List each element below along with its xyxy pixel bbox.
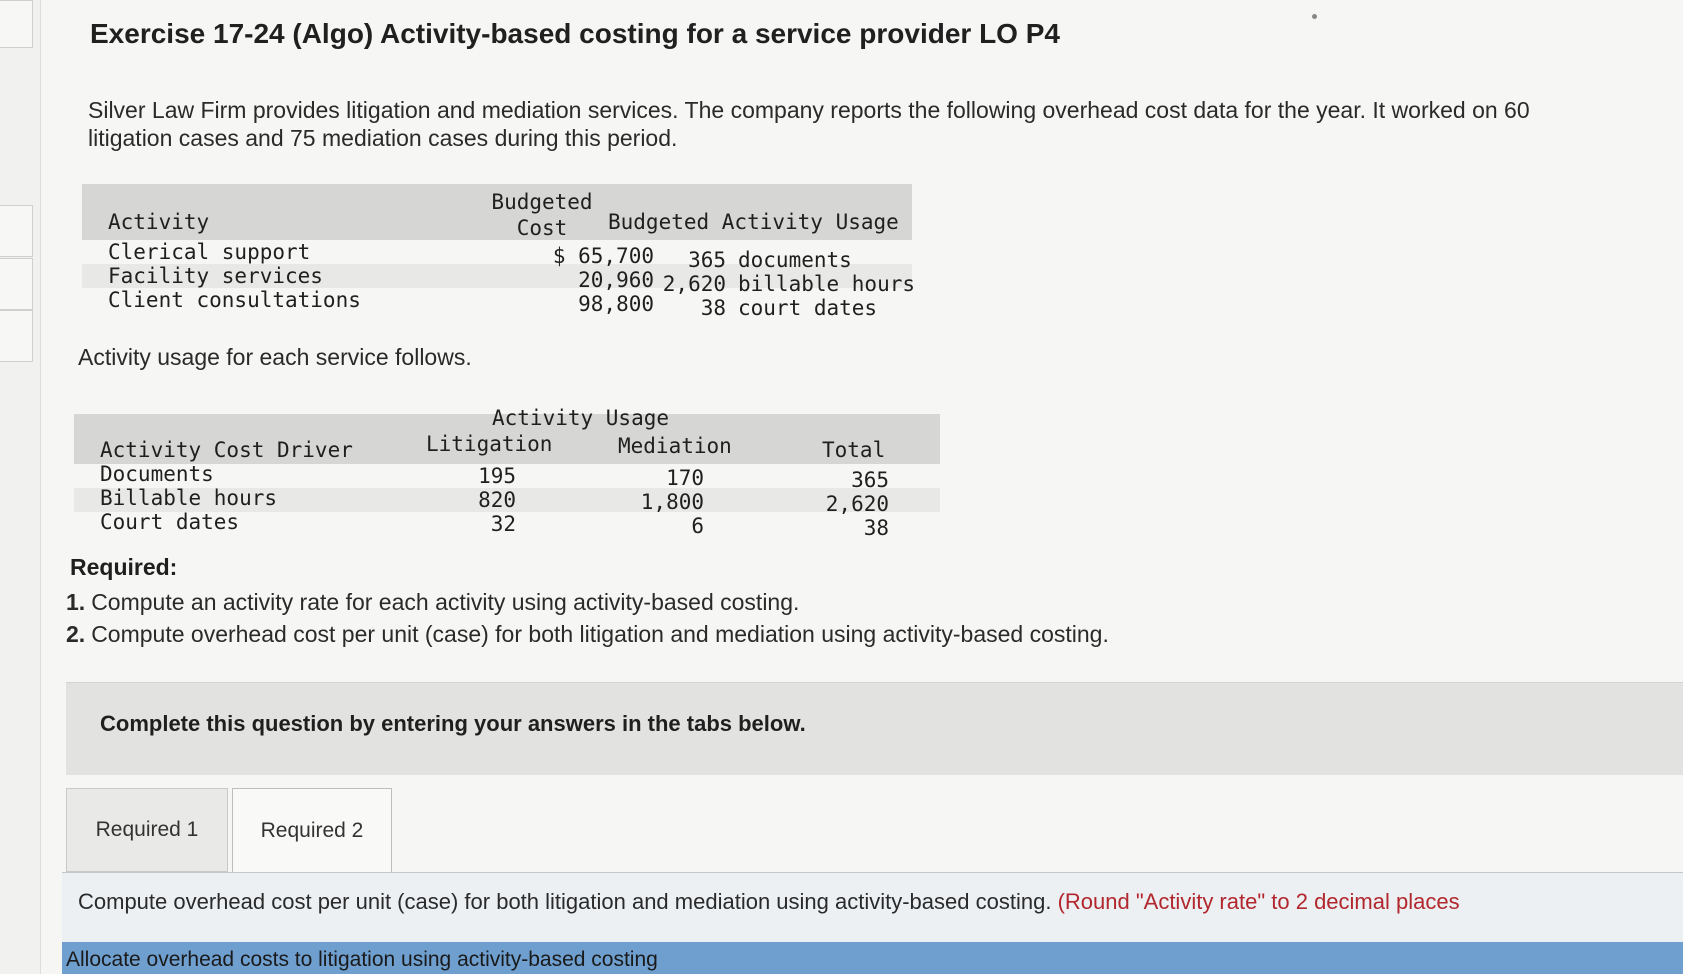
table-cell-usage-qty: 38 bbox=[700, 296, 726, 320]
table-cell-cost: 20,960 bbox=[578, 268, 654, 292]
edge-box bbox=[0, 205, 33, 257]
table-cell-litigation: 32 bbox=[490, 512, 516, 536]
required-heading: Required: bbox=[70, 554, 178, 580]
edge-box bbox=[0, 258, 33, 310]
decorative-dot bbox=[1312, 14, 1317, 19]
table-cell-usage-qty: 2,620 bbox=[662, 272, 726, 296]
tab-required-1[interactable]: Required 1 bbox=[66, 788, 228, 872]
required-item: 2. Compute overhead cost per unit (case) … bbox=[66, 618, 1109, 650]
allocation-header-bar: Allocate overhead costs to litigation us… bbox=[62, 942, 1683, 974]
edge-box bbox=[0, 310, 33, 362]
required-item: 1. Compute an activity rate for each acti… bbox=[66, 586, 1109, 618]
table-cell-driver: Documents bbox=[100, 462, 214, 486]
table-cell-litigation: 820 bbox=[478, 488, 516, 512]
table-cell-cost: $ 65,700 bbox=[552, 244, 654, 268]
table-cell-usage-unit: documents bbox=[738, 248, 852, 272]
table-cell-activity: Client consultations bbox=[108, 288, 361, 312]
col-header-mediation: Mediation bbox=[618, 434, 732, 458]
table-cell-total: 365 bbox=[851, 468, 889, 492]
budgeted-cost-table: Activity Budgeted Cost Budgeted Activity… bbox=[82, 184, 916, 324]
edge-box bbox=[0, 0, 33, 48]
col-header-driver: Activity Cost Driver bbox=[100, 438, 353, 462]
instruction-text: Complete this question by entering your … bbox=[100, 711, 806, 736]
instruction-box: Complete this question by entering your … bbox=[66, 682, 1683, 775]
tab-content-text: Compute overhead cost per unit (case) fo… bbox=[78, 889, 1460, 915]
tab-content-panel: Compute overhead cost per unit (case) fo… bbox=[62, 872, 1683, 943]
rounding-note: (Round "Activity rate" to 2 decimal plac… bbox=[1057, 889, 1460, 914]
table-cell-driver: Billable hours bbox=[100, 486, 278, 510]
table-cell-usage-qty: 365 bbox=[688, 248, 726, 272]
col-header-total: Total bbox=[822, 438, 886, 462]
required-item-text: Compute overhead cost per unit (case) fo… bbox=[91, 621, 1109, 647]
table-cell-driver: Court dates bbox=[100, 510, 240, 534]
allocation-header-text: Allocate overhead costs to litigation us… bbox=[66, 948, 658, 971]
col-header-activity: Activity bbox=[108, 210, 210, 234]
page: Exercise 17-24 (Algo) Activity-based cos… bbox=[0, 0, 1683, 974]
table-cell-total: 38 bbox=[863, 516, 889, 540]
required-item-number: 2. bbox=[66, 621, 86, 647]
table-cell-litigation: 195 bbox=[478, 464, 516, 488]
col-header-activity-usage: Activity Usage bbox=[492, 406, 670, 430]
table-cell-activity: Clerical support bbox=[108, 240, 311, 264]
required-list: 1. Compute an activity rate for each acti… bbox=[66, 586, 1109, 650]
page-title: Exercise 17-24 (Algo) Activity-based cos… bbox=[90, 18, 1060, 49]
left-panel-edge bbox=[0, 0, 41, 974]
tab-content-instruction: Compute overhead cost per unit (case) fo… bbox=[78, 889, 1052, 914]
required-item-text: Compute an activity rate for each activi… bbox=[91, 589, 800, 615]
required-item-number: 1. bbox=[66, 589, 86, 615]
problem-intro: Silver Law Firm provides litigation and … bbox=[88, 97, 1530, 151]
col-header-litigation: Litigation bbox=[426, 432, 553, 456]
col-header-usage: Budgeted Activity Usage bbox=[608, 210, 899, 234]
usage-caption: Activity usage for each service follows. bbox=[78, 344, 472, 370]
table-cell-usage-unit: billable hours bbox=[738, 272, 916, 296]
activity-usage-table: Activity Usage Activity Cost Driver Liti… bbox=[74, 400, 940, 540]
table-cell-usage-unit: court dates bbox=[738, 296, 878, 320]
table-cell-mediation: 170 bbox=[666, 466, 704, 490]
table-cell-cost: 98,800 bbox=[578, 292, 654, 316]
col-header-budgeted: Budgeted bbox=[491, 190, 593, 214]
tab-required-2[interactable]: Required 2 bbox=[232, 788, 392, 872]
col-header-cost: Cost bbox=[516, 216, 568, 240]
table-cell-total: 2,620 bbox=[825, 492, 889, 516]
table-cell-mediation: 6 bbox=[691, 514, 704, 538]
table-cell-mediation: 1,800 bbox=[640, 490, 704, 514]
table-cell-activity: Facility services bbox=[108, 264, 323, 288]
